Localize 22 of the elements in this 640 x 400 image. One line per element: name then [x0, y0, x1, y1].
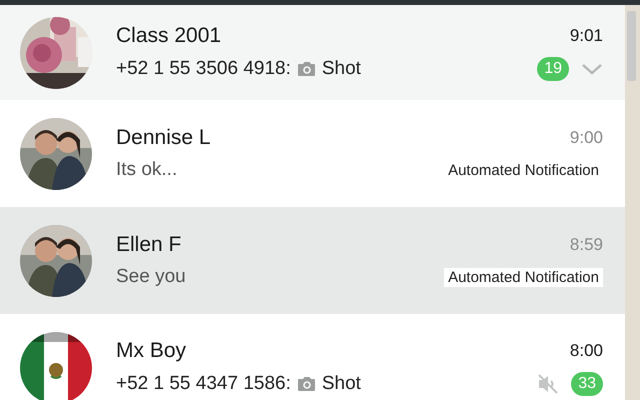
scrollbar-thumb[interactable] — [627, 11, 636, 81]
message-preview: Its ok... — [116, 159, 178, 181]
contact-name: Mx Boy — [116, 339, 186, 363]
message-sender: +52 1 55 3506 4918: — [116, 58, 291, 80]
contact-name: Ellen F — [116, 233, 182, 257]
notification-label: Automated Notification — [444, 268, 603, 286]
chat-row[interactable]: Class 2001 9:01 +52 1 55 3506 4918: Shot 19 — [0, 5, 625, 100]
message-sender: +52 1 55 4347 1586: — [116, 373, 291, 395]
message-preview: See you — [116, 266, 186, 288]
chevron-down-icon — [581, 63, 603, 75]
message-preview: Shot — [322, 58, 361, 80]
message-time: 8:00 — [570, 341, 603, 361]
notification-label: Automated Notification — [447, 160, 600, 180]
message-time: 9:01 — [570, 26, 603, 46]
message-time: 9:00 — [570, 128, 603, 148]
message-preview: Shot — [322, 373, 361, 395]
unread-count: 19 — [537, 57, 569, 81]
contact-name: Dennise L — [116, 126, 211, 150]
contact-name: Class 2001 — [116, 24, 222, 48]
unread-count: 33 — [571, 372, 603, 396]
message-time: 8:59 — [570, 235, 603, 255]
chat-row[interactable]: Ellen F 8:59 See you Automated Notification — [0, 207, 625, 314]
